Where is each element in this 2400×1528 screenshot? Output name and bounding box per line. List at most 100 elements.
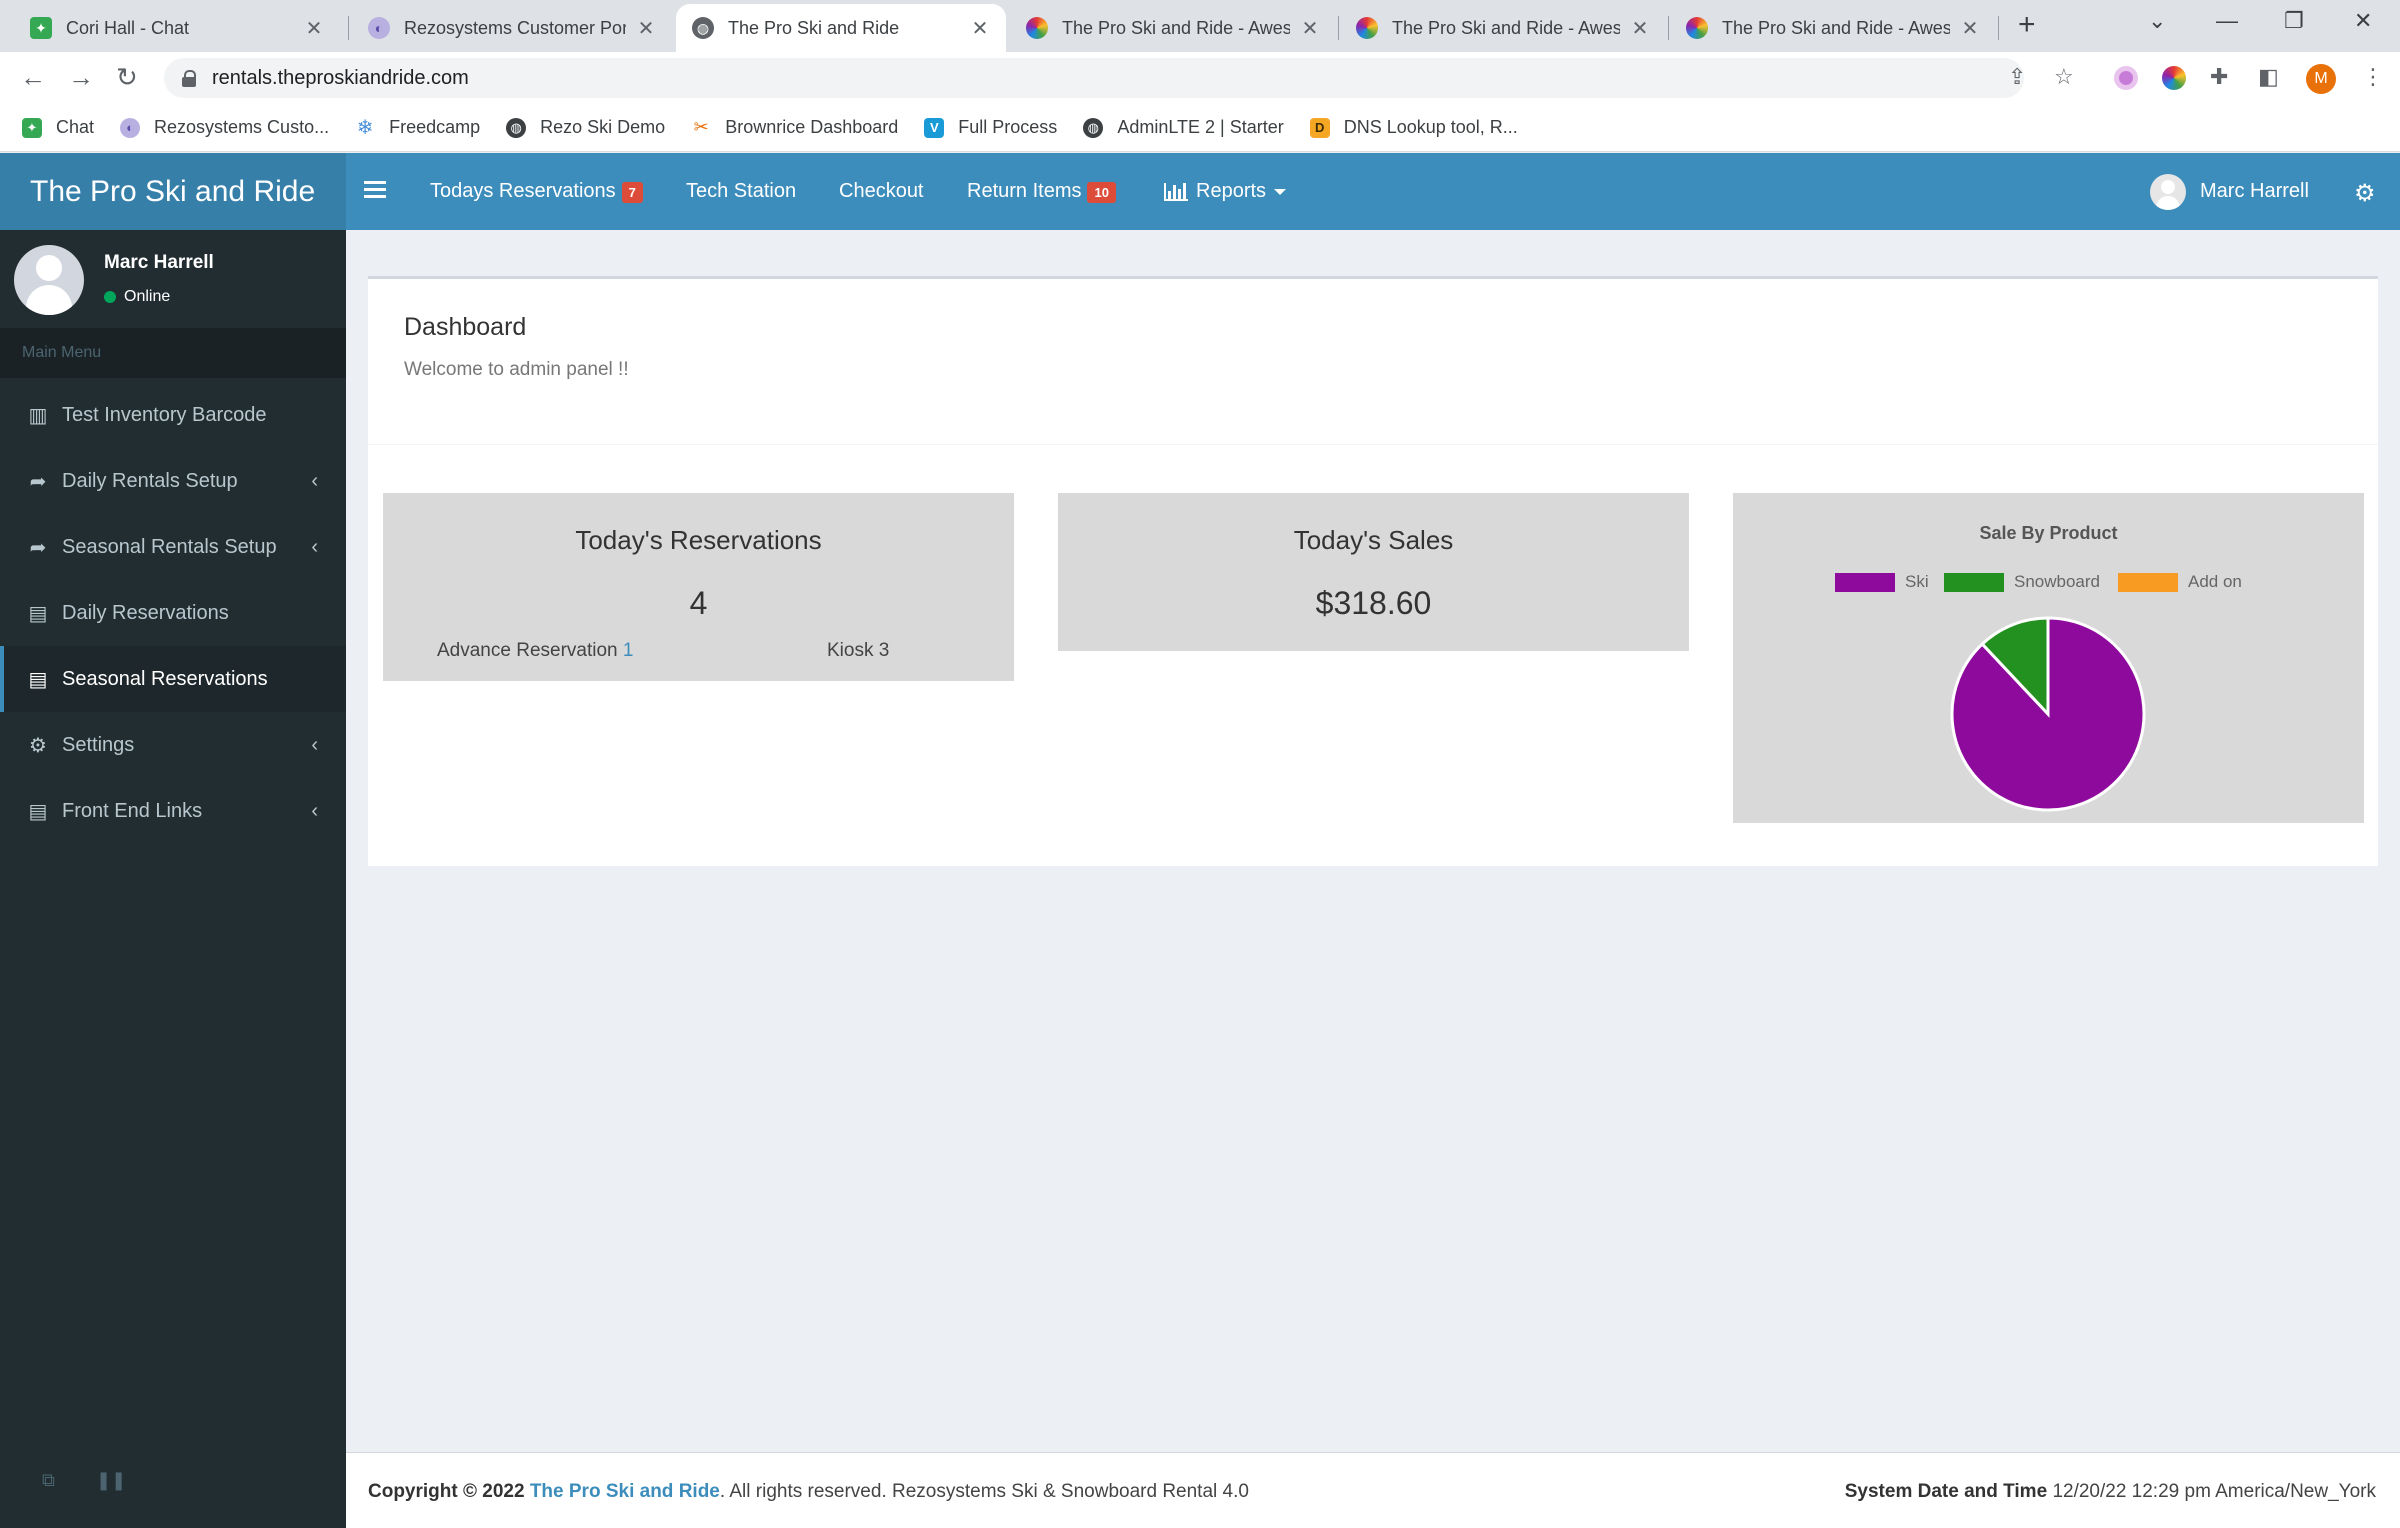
browser-tab-portal[interactable]: ◐ Rezosystems Customer Portal ✕: [352, 4, 672, 52]
legend-item-add-on[interactable]: Add on: [2118, 572, 2242, 592]
close-icon[interactable]: ✕: [970, 16, 990, 41]
kebab-menu-icon[interactable]: ⋮: [2362, 64, 2384, 90]
back-icon[interactable]: ←: [20, 62, 46, 93]
system-datetime: System Date and Time 12/20/22 12:29 pm A…: [1845, 1481, 2376, 1503]
sidebar-item-seasonal-rentals-setup[interactable]: ➦ Seasonal Rentals Setup ‹: [0, 514, 346, 580]
colorwheel-icon: [1356, 17, 1378, 39]
nav-tech-station[interactable]: Tech Station: [686, 153, 796, 230]
bookmark-full-process[interactable]: V Full Process: [924, 117, 1057, 138]
address-bar[interactable]: rentals.theproskiandride.com: [164, 58, 2024, 98]
user-menu[interactable]: Marc Harrell: [2150, 153, 2309, 230]
sidebar-item-front-end-links[interactable]: ▤ Front End Links ‹: [0, 778, 346, 844]
system-label: System Date and Time: [1844, 1481, 2048, 1502]
bookmark-label: Chat: [56, 117, 95, 137]
portal-icon: ◐: [368, 17, 390, 39]
sidebar-item-daily-reservations[interactable]: ▤ Daily Reservations: [0, 580, 346, 646]
bookmark-label: Rezo Ski Demo: [540, 117, 666, 137]
app-header: The Pro Ski and Ride Todays Reservations…: [0, 153, 2400, 230]
browser-tab-aweso-1[interactable]: The Pro Ski and Ride - Aweso ✕: [1010, 4, 1336, 52]
puzzle-icon[interactable]: ✚: [2210, 64, 2228, 90]
close-icon[interactable]: ✕: [304, 16, 324, 41]
nav-todays-reservations[interactable]: Todays Reservations 7: [430, 153, 643, 230]
sidebar-item-settings[interactable]: ⚙ Settings ‹: [0, 712, 346, 778]
bookmark-label: Brownrice Dashboard: [725, 117, 899, 137]
browser-tab-chat[interactable]: ✦ Cori Hall - Chat ✕: [14, 4, 340, 52]
external-link-icon[interactable]: ⧉: [42, 1470, 55, 1491]
chat-icon: ✦: [22, 117, 42, 138]
bookmarks-bar: ✦ Chat ◐ Rezosystems Custo... ❄ Freedcam…: [0, 104, 2400, 152]
todays-sales-card: Today's Sales $318.60: [1058, 493, 1689, 651]
book-icon: ▤: [28, 800, 48, 823]
copyright-prefix: Copyright © 2022: [368, 1481, 525, 1502]
sidebar-item-test-inventory-barcode[interactable]: ▥ Test Inventory Barcode: [0, 382, 346, 448]
nav-label: Reports: [1196, 180, 1267, 202]
sidebar-item-seasonal-reservations[interactable]: ▤ Seasonal Reservations: [0, 646, 346, 712]
window-close-icon[interactable]: ✕: [2354, 8, 2372, 34]
brand-link[interactable]: The Pro Ski and Ride: [530, 1481, 720, 1502]
tab-title: The Pro Ski and Ride - Aweso: [1722, 17, 1950, 38]
avatar: [14, 245, 84, 315]
sidebar-user-name: Marc Harrell: [104, 252, 214, 273]
bookmark-label: DNS Lookup tool, R...: [1343, 117, 1518, 137]
legend-item-ski[interactable]: Ski: [1835, 572, 1929, 592]
chevron-left-icon: ‹: [311, 469, 318, 492]
bookmark-chat[interactable]: ✦ Chat: [22, 117, 94, 138]
nav-label: Tech Station: [686, 180, 797, 202]
browser-tab-aweso-3[interactable]: The Pro Ski and Ride - Aweso ✕: [1670, 4, 1996, 52]
sidebar-user-panel: Marc Harrell Online: [0, 230, 346, 328]
profile-avatar[interactable]: M: [2306, 64, 2336, 94]
chevron-left-icon: ‹: [311, 535, 318, 558]
gears-icon[interactable]: ⚙: [2354, 179, 2376, 208]
tab-separator: [1998, 16, 1999, 40]
kiosk-value: 3: [878, 640, 890, 661]
sidebar-item-label: Front End Links: [62, 799, 203, 822]
brand-logo[interactable]: The Pro Ski and Ride: [0, 153, 346, 230]
extension-icon[interactable]: [2114, 66, 2138, 90]
close-icon[interactable]: ✕: [1960, 16, 1980, 41]
minimize-icon[interactable]: —: [2216, 8, 2238, 34]
restore-icon[interactable]: ❐: [2284, 8, 2304, 34]
barcode-icon: ▥: [28, 404, 48, 427]
bookmark-adminlte[interactable]: ◍ AdminLTE 2 | Starter: [1083, 117, 1284, 138]
card-title: Today's Sales: [1293, 525, 1454, 555]
share-icon[interactable]: ⇪: [2008, 64, 2026, 90]
hamburger-menu-icon[interactable]: [364, 181, 386, 199]
reload-icon[interactable]: ↻: [116, 62, 138, 93]
close-icon[interactable]: ✕: [636, 16, 656, 41]
bookmark-rezo-ski-demo[interactable]: ◍ Rezo Ski Demo: [506, 117, 665, 138]
bookmark-rezosystems[interactable]: ◐ Rezosystems Custo...: [120, 117, 329, 138]
pause-icon[interactable]: ❚❚: [96, 1470, 126, 1491]
url-text[interactable]: rentals.theproskiandride.com: [212, 67, 469, 90]
nav-checkout[interactable]: Checkout: [839, 153, 924, 230]
bookmark-freedcamp[interactable]: ❄ Freedcamp: [355, 117, 480, 139]
tab-separator: [348, 16, 349, 40]
forward-icon[interactable]: →: [68, 62, 94, 93]
legend-swatch: [1944, 572, 2004, 592]
tab-search-icon[interactable]: ⌄: [2148, 8, 2166, 34]
nav-reports-dropdown[interactable]: Reports: [1164, 153, 1287, 230]
address-bar-row: ← → ↻ rentals.theproskiandride.com ⇪ ☆ ✚…: [0, 52, 2400, 104]
browser-tab-active[interactable]: ◍ The Pro Ski and Ride ✕: [676, 4, 1006, 52]
legend-item-snowboard[interactable]: Snowboard: [1944, 572, 2100, 592]
sidebar-item-label: Daily Reservations: [62, 601, 229, 624]
nav-return-items[interactable]: Return Items 10: [967, 153, 1116, 230]
new-tab-icon[interactable]: +: [2018, 8, 2036, 42]
nav-label: Todays Reservations: [430, 180, 616, 202]
close-icon[interactable]: ✕: [1300, 16, 1320, 41]
tab-separator: [1338, 16, 1339, 40]
bookmark-dns-lookup[interactable]: D DNS Lookup tool, R...: [1309, 117, 1518, 138]
bookmark-brownrice[interactable]: ✂ Brownrice Dashboard: [691, 117, 899, 138]
bookmark-label: AdminLTE 2 | Starter: [1117, 117, 1284, 137]
book-icon: ▤: [28, 602, 48, 625]
close-icon[interactable]: ✕: [1630, 16, 1650, 41]
legend-label: Ski: [1905, 572, 1929, 591]
browser-tab-aweso-2[interactable]: The Pro Ski and Ride - Aweso ✕: [1340, 4, 1666, 52]
portal-icon: ◐: [120, 117, 141, 138]
star-icon[interactable]: ☆: [2054, 64, 2074, 90]
sidebar-item-daily-rentals-setup[interactable]: ➦ Daily Rentals Setup ‹: [0, 448, 346, 514]
colorwheel-extension-icon[interactable]: [2162, 66, 2186, 90]
colorwheel-icon: [1686, 17, 1708, 39]
side-panel-icon[interactable]: ◧: [2258, 64, 2279, 90]
copyright: Copyright © 2022 The Pro Ski and Ride. A…: [368, 1481, 1249, 1503]
sidebar-item-label: Test Inventory Barcode: [62, 403, 267, 426]
